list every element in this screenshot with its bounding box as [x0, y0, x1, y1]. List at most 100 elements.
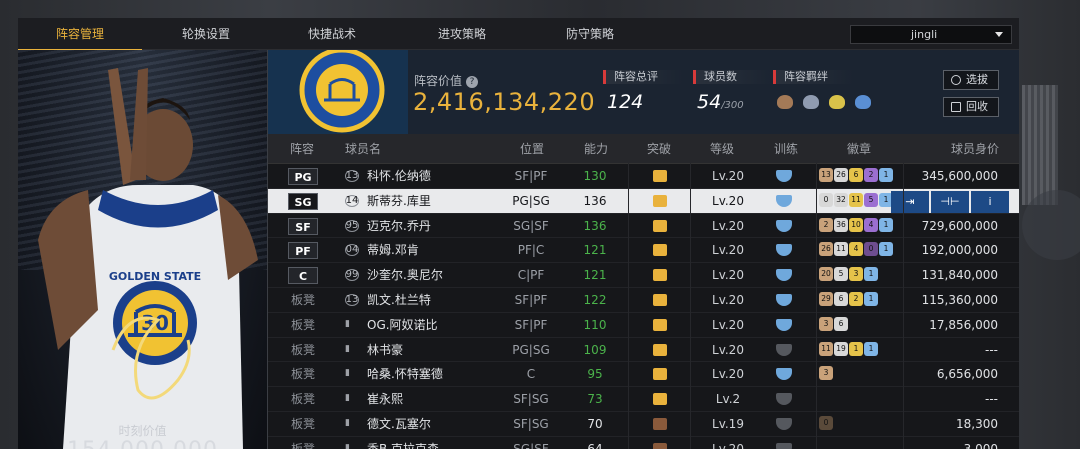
breakthrough-icon[interactable]: [653, 442, 667, 449]
jersey-team-text: GOLDEN STATE: [109, 270, 201, 283]
badge-count: 6: [834, 316, 848, 331]
player-level: Lv.20: [712, 268, 744, 283]
col-position[interactable]: 位置: [520, 134, 544, 164]
badge-count: 11: [834, 242, 848, 257]
help-icon[interactable]: ?: [466, 76, 479, 88]
recycle-button[interactable]: 回收: [943, 97, 999, 117]
lineup-slot: SF: [288, 217, 318, 235]
table-row[interactable]: 板凳 ▮ 香B.克拉克森 SG|SF 64 Lv.20 3,000: [268, 437, 1019, 449]
lineup-slot: 板凳: [290, 367, 315, 382]
table-row[interactable]: 板凳 ▮ OG.阿奴诺比 SF|PF 110 Lv.20 3 6 17,856,000: [268, 313, 1019, 338]
breakthrough-icon[interactable]: [653, 170, 667, 182]
table-row[interactable]: SG 14 斯蒂芬.库里 PG|SG 136 Lv.20 0 32 11 5 1 ⇥ ⊣⊢ i: [268, 188, 1019, 214]
table-row[interactable]: PF 04 蒂姆.邓肯 PF|C 121 Lv.20 26 11 4 0 1 192,000,000: [268, 238, 1019, 264]
player-level: Lv.20: [712, 342, 744, 357]
training-icon[interactable]: [776, 393, 792, 406]
breakthrough-icon[interactable]: [653, 269, 667, 282]
training-icon[interactable]: [776, 194, 792, 207]
badge-count: 13: [819, 168, 833, 182]
user-dropdown[interactable]: jingli: [850, 25, 1012, 44]
bond-group-icon[interactable]: [829, 95, 846, 109]
team-value-label: 阵容价值?: [414, 72, 479, 89]
bond-group-icon[interactable]: [803, 95, 820, 109]
training-icon[interactable]: [776, 318, 792, 331]
breakthrough-icon[interactable]: [653, 318, 667, 331]
training-icon[interactable]: [776, 294, 792, 306]
select-button[interactable]: 选拔: [943, 70, 999, 90]
table-row[interactable]: C 99 沙奎尔.奥尼尔 C|PF 121 Lv.20 20 5 3 1 131,840,000: [268, 263, 1019, 288]
col-level[interactable]: 等级: [710, 134, 734, 164]
col-lineup[interactable]: 阵容: [290, 134, 314, 164]
breakthrough-icon[interactable]: [653, 343, 667, 356]
table-header: 阵容 球员名 位置 能力 突破 等级 训练 徽章 球员身价: [268, 134, 1019, 164]
tab-rotation-settings[interactable]: 轮换设置: [144, 18, 268, 50]
breakthrough-icon[interactable]: [653, 294, 667, 306]
col-training[interactable]: 训练: [774, 134, 798, 164]
tab-offense-strategy[interactable]: 进攻策略: [400, 18, 524, 50]
player-name: 德文.瓦塞尔: [367, 417, 431, 431]
col-ability[interactable]: 能力: [584, 134, 608, 164]
badge-list[interactable]: 0: [819, 416, 834, 432]
breakthrough-icon[interactable]: [653, 194, 667, 207]
team-rating-stat: 阵容总评 124: [603, 70, 683, 113]
player-position: PG|SG: [512, 193, 550, 208]
training-dumbbell-icon[interactable]: ⊣⊢: [931, 190, 969, 213]
player-worth: 3,000: [963, 441, 998, 449]
col-badges[interactable]: 徽章: [847, 134, 871, 164]
breakthrough-icon[interactable]: [653, 244, 667, 257]
col-worth[interactable]: 球员身价: [951, 134, 999, 164]
training-icon[interactable]: [776, 368, 792, 381]
table-row[interactable]: 板凳 ▮ 林书豪 PG|SG 109 Lv.20 11 19 1 1 ---: [268, 338, 1019, 363]
badge-list[interactable]: 36: [819, 316, 849, 333]
tab-quick-tactics[interactable]: 快捷战术: [270, 18, 394, 50]
player-worth: 17,856,000: [929, 317, 998, 332]
breakthrough-icon[interactable]: [653, 418, 667, 430]
table-row[interactable]: 板凳 ▮ 哈桑.怀特塞德 C 95 Lv.20 3 6,656,000: [268, 362, 1019, 388]
player-card[interactable]: GOLDEN STATE 30 时刻价值 154,000,000: [18, 50, 267, 449]
player-level: Lv.20: [712, 169, 744, 183]
badge-count: 5: [834, 267, 848, 282]
info-icon[interactable]: i: [971, 190, 1009, 213]
table-row[interactable]: SF 95 迈克尔.乔丹 SG|SF 136 Lv.20 2 36 10 4 1 729,600,00…: [268, 214, 1019, 239]
training-icon[interactable]: [776, 219, 792, 232]
transfer-icon[interactable]: ⇥: [891, 190, 929, 213]
bond-group-icon[interactable]: [777, 95, 793, 109]
training-icon[interactable]: [776, 170, 792, 182]
player-position: C|PF: [517, 268, 545, 283]
player-ability: 121: [583, 268, 607, 283]
table-row[interactable]: 板凳 13 凯文.杜兰特 SF|PF 122 Lv.20 29 6 2 1 115,360,000: [268, 288, 1019, 313]
badge-count: 20: [819, 267, 833, 282]
refresh-icon: [951, 75, 961, 85]
breakthrough-icon[interactable]: [653, 368, 667, 381]
player-name: 林书豪: [367, 342, 404, 357]
training-icon[interactable]: [776, 269, 792, 282]
col-name[interactable]: 球员名: [345, 134, 381, 164]
tab-lineup-management[interactable]: 阵容管理: [18, 18, 142, 51]
tab-defense-strategy[interactable]: 防守策略: [528, 18, 652, 50]
col-breakthrough[interactable]: 突破: [647, 134, 671, 164]
player-level: Lv.20: [712, 293, 744, 307]
badge-list[interactable]: 0 32 11 5 1: [819, 192, 894, 209]
training-icon[interactable]: [776, 244, 792, 257]
rank-bars-icon: ▮: [345, 442, 350, 449]
lineup-slot: 板凳: [290, 392, 315, 407]
badge-list[interactable]: 3: [819, 366, 834, 382]
player-name: 迈克尔.乔丹: [367, 218, 431, 233]
training-icon[interactable]: [776, 442, 792, 449]
breakthrough-icon[interactable]: [653, 393, 667, 406]
bond-group-icon[interactable]: [855, 95, 872, 109]
training-icon[interactable]: [776, 343, 792, 356]
training-icon[interactable]: [776, 418, 792, 430]
game-screen: 阵容管理 轮换设置 快捷战术 进攻策略 防守策略 jingli GOLDEN S…: [0, 0, 1080, 449]
lineup-slot: 板凳: [290, 441, 315, 449]
lineup-slot: 板凳: [290, 342, 315, 357]
breakthrough-icon[interactable]: [653, 219, 667, 232]
player-position: SF|PF: [514, 293, 548, 307]
column-divider: [816, 134, 817, 449]
table-row[interactable]: 板凳 ▮ 崔永熙 SF|SG 73 Lv.2 ---: [268, 387, 1019, 412]
user-name: jingli: [911, 28, 938, 41]
table-row[interactable]: 板凳 ▮ 德文.瓦塞尔 SF|SG 70 Lv.19 0 18,300: [268, 412, 1019, 437]
bond-icons[interactable]: [777, 94, 876, 112]
table-row[interactable]: PG 13 科怀.伦纳德 SF|PF 130 Lv.20 13 26 6 2 1 345,600,00…: [268, 164, 1019, 189]
jersey-number: 13: [345, 170, 359, 181]
